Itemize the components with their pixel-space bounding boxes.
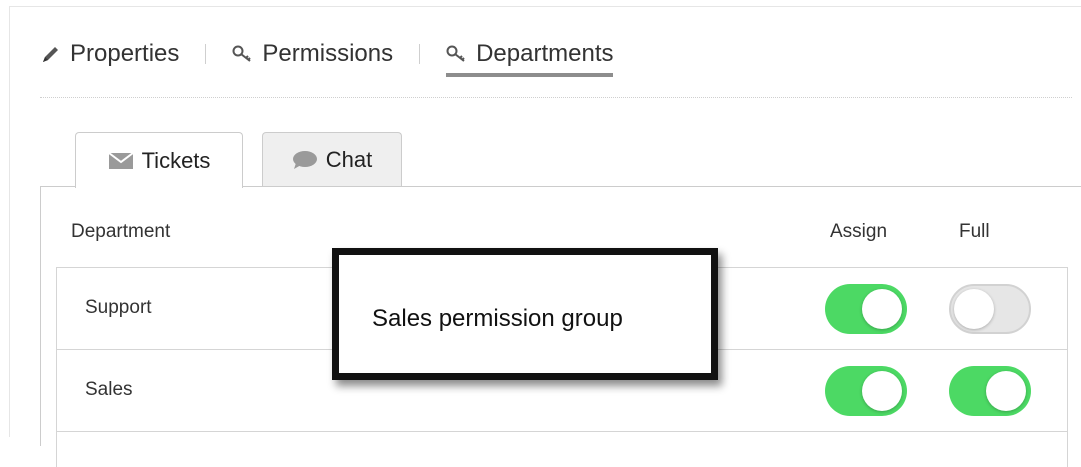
annotation-callout: Sales permission group [332, 248, 718, 380]
nav-properties-label: Properties [70, 40, 180, 67]
nav-separator [419, 44, 421, 64]
pencil-icon [40, 43, 62, 65]
nav-permissions-label: Permissions [262, 40, 394, 67]
nav-departments[interactable]: Departments [446, 34, 614, 77]
department-name: Sales [85, 379, 133, 400]
department-name: Support [85, 297, 152, 318]
header-assign: Assign [830, 221, 888, 242]
tab-tickets[interactable]: Tickets [75, 132, 243, 188]
nav-properties[interactable]: Properties [40, 34, 179, 74]
toggle-knob [986, 371, 1026, 411]
tab-bar: Tickets Chat [75, 132, 402, 188]
key-icon [446, 43, 468, 65]
envelope-icon [107, 151, 134, 170]
nav-permissions[interactable]: Permissions [232, 34, 393, 74]
toggle-knob [862, 371, 902, 411]
nav-departments-label: Departments [476, 40, 614, 67]
full-toggle[interactable] [949, 366, 1031, 416]
nav-separator [205, 44, 207, 64]
top-nav: Properties Permissions Departments [40, 34, 614, 77]
header-full: Full [959, 221, 990, 242]
key-icon [232, 43, 254, 65]
assign-toggle[interactable] [825, 366, 907, 416]
tab-chat[interactable]: Chat [262, 132, 402, 186]
full-toggle[interactable] [949, 284, 1031, 334]
toggle-knob [862, 289, 902, 329]
callout-text: Sales permission group [372, 305, 623, 332]
tab-chat-label: Chat [325, 146, 373, 172]
tab-tickets-label: Tickets [141, 147, 211, 173]
divider [40, 97, 1072, 98]
assign-toggle[interactable] [825, 284, 907, 334]
chat-bubble-icon [292, 150, 318, 170]
toggle-knob [954, 289, 994, 329]
header-department: Department [71, 221, 171, 242]
